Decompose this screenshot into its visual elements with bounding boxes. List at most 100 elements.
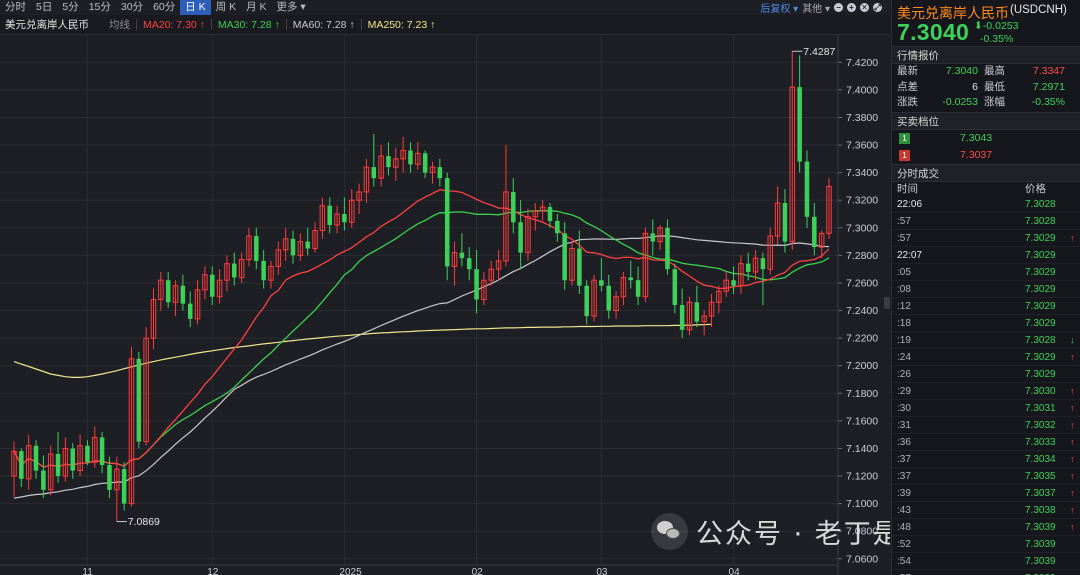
- ma-menu-label[interactable]: 均线: [109, 17, 130, 32]
- tick-price: 7.3038: [1025, 504, 1056, 516]
- quote-header: 美元兑离岸人民币 (USDCNH) 7.3040 ⬇-0.0253 -0.35%: [892, 0, 1080, 46]
- col-price: 价格: [1025, 182, 1046, 195]
- book-row-buy[interactable]: 1 7.3037: [892, 147, 1080, 164]
- y-tick-label: 7.1600: [846, 415, 878, 427]
- x-tick-label: 2025: [339, 567, 362, 575]
- tick-time: :08: [897, 283, 911, 295]
- up-arrow-icon: ↑: [1070, 232, 1075, 243]
- candlestick-chart[interactable]: 7.4200 7.4000 7.3800 7.3600 7.3400 7.3200 7.30…: [0, 35, 890, 575]
- period-tab-6[interactable]: 日 K: [180, 0, 211, 15]
- period-tab-2[interactable]: 5分: [57, 0, 83, 15]
- tick-time: :30: [897, 402, 911, 414]
- candle-body: [290, 238, 296, 256]
- tick-price: 7.3039: [1025, 521, 1056, 533]
- candle-body: [209, 274, 215, 297]
- candle-body: [55, 453, 61, 477]
- period-tab-9[interactable]: 更多 ▾: [272, 0, 311, 15]
- up-arrow-icon: ↑: [1070, 487, 1075, 498]
- tick-row: :24 7.3029 ↑: [892, 349, 1080, 366]
- book-section-header[interactable]: 买卖档位: [892, 111, 1080, 130]
- tick-time: :43: [897, 504, 911, 516]
- period-tab-3[interactable]: 15分: [84, 0, 116, 15]
- candle-body: [599, 280, 604, 286]
- quote-value: 7.3347: [1032, 65, 1065, 77]
- tick-row: :18 7.3029: [892, 315, 1080, 332]
- candle-body: [672, 269, 678, 306]
- scroll-handle[interactable]: [884, 297, 890, 309]
- period-tab-5[interactable]: 60分: [148, 0, 180, 15]
- y-tick-label: 7.3200: [846, 195, 878, 207]
- y-tick-label: 7.1200: [846, 471, 878, 483]
- chart-panel: 分时 5日 5分 15分 30分 60分日 K周 K月 K 更多 ▾ 后复权 ▾ 其他 ▾ − +…: [0, 0, 890, 575]
- chart-tools: 后复权 ▾ 其他 ▾ − + ✕ ⤢: [760, 0, 882, 15]
- ticks-section-header[interactable]: 分时成交: [892, 163, 1080, 182]
- tick-price: 7.3029: [1025, 368, 1056, 380]
- tick-time: :36: [897, 436, 911, 448]
- down-arrow-icon: ↓: [1070, 334, 1075, 345]
- candle-body: [422, 153, 428, 173]
- quote-label: 点差: [897, 80, 918, 93]
- candle-body: [232, 263, 237, 278]
- candle-body: [85, 445, 90, 463]
- book-row-sell[interactable]: 1 7.3043: [892, 130, 1080, 147]
- tick-time: :39: [897, 487, 911, 499]
- period-tab-1[interactable]: 5日: [31, 0, 57, 15]
- candle-body: [547, 207, 553, 221]
- tick-price: 7.3033: [1025, 436, 1056, 448]
- quote-label: 最高: [984, 65, 1005, 77]
- tick-time: 22:07: [897, 249, 923, 261]
- zoom-in-icon[interactable]: +: [847, 3, 856, 12]
- candle-body: [665, 227, 670, 270]
- tick-price: 7.3029: [1025, 232, 1056, 244]
- tick-price: 7.3039: [1025, 570, 1070, 575]
- candle-body: [606, 285, 611, 311]
- period-tab-4[interactable]: 30分: [116, 0, 148, 15]
- tick-row: :31 7.3032 ↑: [892, 417, 1080, 434]
- period-tab-8[interactable]: 月 K: [241, 0, 271, 15]
- change-value: -0.0253: [982, 20, 1019, 32]
- wechat-icon: [651, 513, 688, 550]
- x-tick-label: 11: [82, 567, 93, 575]
- y-tick-label: 7.3400: [846, 167, 878, 179]
- candle-body: [99, 437, 105, 466]
- adjust-dropdown[interactable]: 后复权 ▾: [760, 0, 798, 15]
- tick-price: 7.3035: [1025, 470, 1056, 482]
- quote-section-header[interactable]: 行情报价: [892, 46, 1080, 64]
- ma-legend-bar: 美元兑离岸人民币 均线 MA20: 7.30 ↑ MA30: 7.28 ↑ MA…: [0, 15, 890, 35]
- book-price: 7.3043: [960, 132, 993, 144]
- ma30-line: [13, 210, 830, 468]
- ticks-list[interactable]: 22:06 7.3028:57 7.3028:57 7.3029 ↑ 22:07 7.302…: [892, 196, 1080, 575]
- tick-row: :36 7.3033 ↑: [892, 434, 1080, 451]
- candle-body: [518, 222, 523, 253]
- candle-body: [812, 216, 817, 248]
- tick-time: :31: [897, 419, 911, 431]
- candle-body: [33, 445, 39, 471]
- candle-body: [797, 87, 802, 162]
- zoom-out-icon[interactable]: −: [834, 3, 843, 12]
- reset-icon[interactable]: ✕: [860, 3, 869, 12]
- period-tab-0[interactable]: 分时: [0, 0, 31, 15]
- tick-price: 7.3034: [1025, 453, 1056, 465]
- y-tick-label: 7.4200: [846, 57, 878, 69]
- tick-time: :54: [897, 555, 911, 567]
- period-tab-7[interactable]: 周 K: [211, 0, 241, 15]
- tick-price: 7.3028: [1025, 198, 1056, 210]
- tick-row: :29 7.3030 ↑: [892, 383, 1080, 400]
- ma20-line: [13, 189, 830, 468]
- tick-price: 7.3037: [1025, 487, 1056, 499]
- fullscreen-icon[interactable]: ⤢: [873, 3, 882, 12]
- candle-body: [577, 248, 582, 286]
- watermark: 公众号 · 老丁是个生意人: [651, 512, 890, 551]
- tick-time: :57: [897, 570, 1025, 575]
- y-tick-label: 7.3600: [846, 140, 878, 152]
- quote-row: 点差 6 最低 7.2971: [892, 80, 1080, 96]
- candle-body: [628, 277, 634, 281]
- tick-price: 7.3029: [1025, 351, 1056, 363]
- low-label: 7.0869: [128, 516, 160, 528]
- candle-body: [187, 303, 193, 319]
- tick-price: 7.3028: [1025, 334, 1056, 346]
- up-arrow-icon: ↑: [1070, 453, 1075, 464]
- candle-body: [305, 241, 310, 249]
- candle-body: [437, 167, 443, 179]
- other-dropdown[interactable]: 其他 ▾: [802, 0, 830, 15]
